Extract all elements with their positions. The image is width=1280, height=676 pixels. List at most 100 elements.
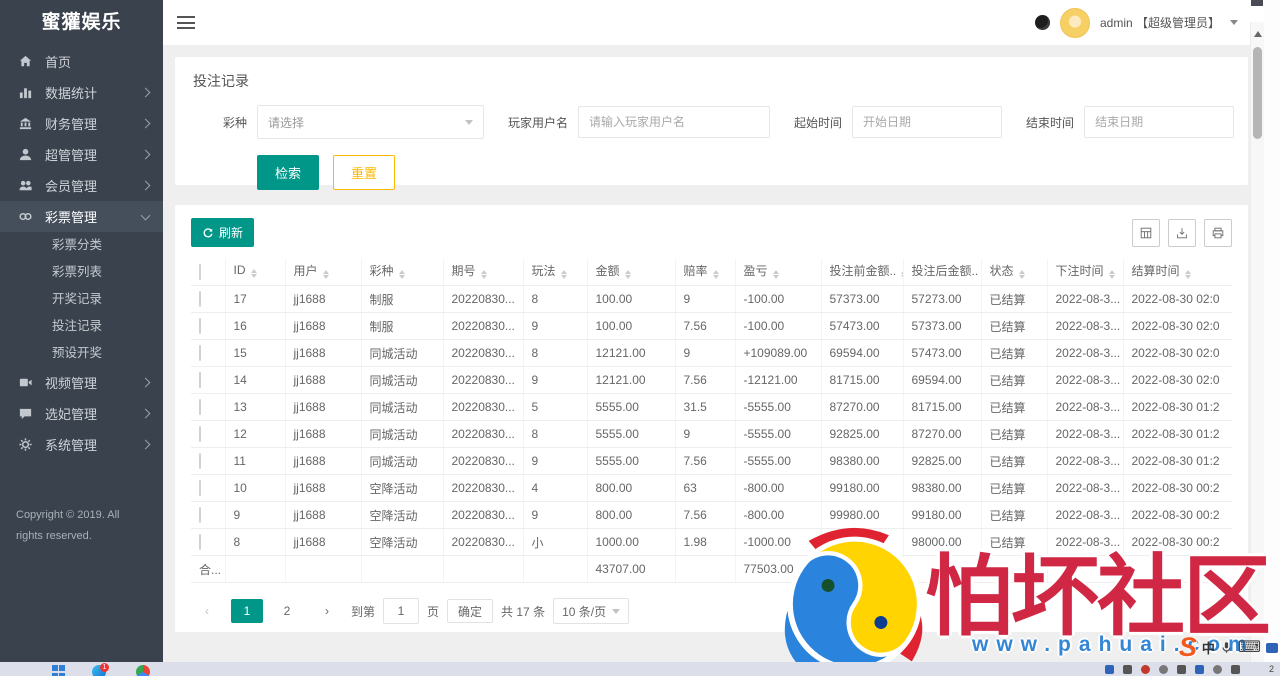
tray-icon[interactable] (1195, 665, 1204, 674)
sort-icon[interactable] (625, 267, 631, 283)
select-all-checkbox[interactable] (199, 264, 201, 280)
column-header-amount[interactable]: 金额 (587, 259, 675, 286)
tray-icon[interactable] (1105, 665, 1114, 674)
sidebar-item-home[interactable]: 首页 (0, 46, 163, 77)
sidebar-subitem[interactable]: 彩票列表 (0, 259, 163, 286)
cell-settle_time: 2022-08-30 00:2 (1123, 502, 1232, 529)
row-checkbox[interactable] (199, 399, 201, 415)
goto-page-input[interactable] (383, 598, 419, 624)
end-date-input[interactable] (1084, 106, 1234, 138)
goto-confirm-button[interactable]: 确定 (447, 599, 493, 623)
column-header-bet_time[interactable]: 下注时间 (1047, 259, 1123, 286)
reset-button[interactable]: 重置 (333, 155, 395, 190)
sort-icon[interactable] (713, 267, 719, 283)
sort-icon[interactable] (323, 267, 329, 283)
mic-icon[interactable] (1220, 640, 1233, 655)
columns-icon[interactable] (1132, 219, 1160, 247)
sort-icon[interactable] (1109, 267, 1115, 283)
ime-chinese-mode-icon[interactable]: 中 (1202, 638, 1215, 657)
column-header-odds[interactable]: 赔率 (675, 259, 735, 286)
cell-user: jj1688 (285, 394, 361, 421)
sidebar-subitem[interactable]: 开奖记录 (0, 286, 163, 313)
sort-icon[interactable] (251, 266, 257, 282)
column-header-play[interactable]: 玩法 (523, 259, 587, 286)
avatar[interactable] (1060, 8, 1090, 38)
row-checkbox[interactable] (199, 453, 201, 469)
player-name-input[interactable] (578, 106, 770, 138)
sidebar-item-stats[interactable]: 数据统计 (0, 77, 163, 108)
print-icon[interactable] (1204, 219, 1232, 247)
per-page-select[interactable]: 10 条/页 (553, 598, 629, 624)
column-header-id[interactable]: ID (225, 259, 285, 286)
row-checkbox[interactable] (199, 372, 201, 388)
row-checkbox[interactable] (199, 534, 201, 550)
sort-icon[interactable] (481, 267, 487, 283)
prev-page-button[interactable]: ‹ (191, 599, 223, 623)
tray-icon[interactable] (1159, 665, 1168, 674)
export-icon[interactable] (1168, 219, 1196, 247)
row-checkbox[interactable] (199, 345, 201, 361)
tray-icon[interactable] (1231, 665, 1240, 674)
sort-icon[interactable] (773, 267, 779, 283)
column-header-settle_time[interactable]: 结算时间 (1123, 259, 1232, 286)
scrollbar[interactable] (1250, 22, 1264, 662)
sidebar-subitem[interactable]: 彩票分类 (0, 232, 163, 259)
column-header-user[interactable]: 用户 (285, 259, 361, 286)
start-date-input[interactable] (852, 106, 1002, 138)
sort-icon[interactable] (399, 267, 405, 283)
start-button[interactable] (52, 665, 66, 676)
search-button[interactable]: 检索 (257, 155, 319, 190)
sidebar-item-lottery[interactable]: 彩票管理 (0, 201, 163, 232)
row-checkbox[interactable] (199, 507, 201, 523)
scroll-up-arrow-icon[interactable] (1254, 27, 1262, 37)
sidebar-item-super[interactable]: 超管管理 (0, 139, 163, 170)
page-2-button[interactable]: 2 (271, 599, 303, 623)
sidebar-item-video[interactable]: 视频管理 (0, 367, 163, 398)
sidebar-item-label: 系统管理 (45, 435, 142, 454)
table-card: 刷新 ID用户彩种期号玩法金额赔率盈亏投注前金额..投注后金额..状态下注时间结… (175, 205, 1248, 632)
column-header-profit[interactable]: 盈亏 (735, 259, 821, 286)
scrollbar-thumb[interactable] (1253, 47, 1262, 139)
row-checkbox[interactable] (199, 318, 201, 334)
row-checkbox[interactable] (199, 480, 201, 496)
lottery-type-select[interactable]: 请选择 (257, 105, 484, 139)
table-row: 14jj1688同城活动20220830...912121.007.56-121… (191, 367, 1232, 394)
sidebar-subitem[interactable]: 预设开奖 (0, 340, 163, 367)
tray-icon[interactable] (1123, 665, 1132, 674)
sidebar-item-finance[interactable]: 财务管理 (0, 108, 163, 139)
page-1-button[interactable]: 1 (231, 599, 263, 623)
row-checkbox[interactable] (199, 426, 201, 442)
tray-icon[interactable] (1213, 665, 1222, 674)
hamburger-icon[interactable] (177, 16, 195, 29)
next-page-button[interactable]: › (311, 599, 343, 623)
column-header-before[interactable]: 投注前金额.. (821, 259, 903, 286)
tray-icon[interactable] (1177, 665, 1186, 674)
ime-toolbox-icon[interactable] (1266, 643, 1278, 653)
cell-after: 57273.00 (903, 286, 981, 313)
sidebar-item-concubine[interactable]: 选妃管理 (0, 398, 163, 429)
column-header-after[interactable]: 投注后金额.. (903, 259, 981, 286)
tray-icon[interactable] (1141, 665, 1150, 674)
admin-menu[interactable]: admin 【超级管理员】 (1100, 14, 1220, 31)
row-checkbox[interactable] (199, 291, 201, 307)
column-header-lottery[interactable]: 彩种 (361, 259, 443, 286)
sort-icon[interactable] (1185, 267, 1191, 283)
browser-icon[interactable] (136, 665, 150, 676)
keyboard-icon[interactable]: ⌨ (1238, 640, 1261, 656)
sort-icon[interactable] (561, 267, 567, 283)
cell-play: 9 (523, 502, 587, 529)
refresh-button[interactable]: 刷新 (191, 218, 254, 247)
sogou-icon[interactable]: S (1179, 634, 1197, 661)
sidebar-subitem[interactable]: 投注记录 (0, 313, 163, 340)
sidebar-item-system[interactable]: 系统管理 (0, 429, 163, 460)
theme-icon[interactable] (1035, 15, 1050, 30)
lottery-type-label: 彩种 (223, 114, 247, 131)
sidebar-item-member[interactable]: 会员管理 (0, 170, 163, 201)
column-header-issue[interactable]: 期号 (443, 259, 523, 286)
sidebar-item-label: 数据统计 (45, 83, 142, 102)
cell-lottery: 同城活动 (361, 421, 443, 448)
cell-status: 已结算 (981, 394, 1047, 421)
column-header-status[interactable]: 状态 (981, 259, 1047, 286)
sort-icon[interactable] (1019, 267, 1025, 283)
cell-odds: 9 (675, 421, 735, 448)
